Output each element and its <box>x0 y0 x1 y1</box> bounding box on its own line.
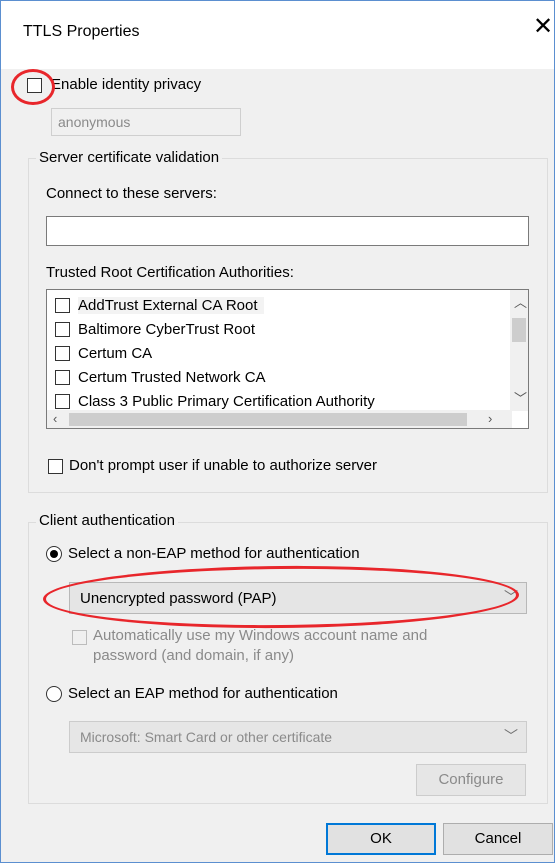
non-eap-method-select[interactable]: Unencrypted password (PAP) ﹀ <box>69 582 527 614</box>
chevron-down-icon: ﹀ <box>504 728 518 744</box>
ca-label: Class 3 Public Primary Certification Aut… <box>78 392 375 410</box>
title-bar: TTLS Properties ✕ <box>1 1 554 69</box>
configure-button[interactable]: Configure <box>416 764 526 796</box>
server-validation-group-label: Server certificate validation <box>36 149 223 166</box>
enable-identity-privacy-checkbox[interactable] <box>27 78 42 93</box>
identity-input[interactable]: anonymous <box>51 108 241 136</box>
window-title: TTLS Properties <box>23 23 140 40</box>
ca-checkbox[interactable] <box>55 393 70 409</box>
horizontal-scrollbar[interactable]: ‹ › <box>47 410 512 428</box>
eap-radio[interactable] <box>46 686 62 702</box>
list-item[interactable]: AddTrust External CA Root <box>55 294 264 316</box>
list-item[interactable]: Class 3 Public Primary Certification Aut… <box>55 390 375 412</box>
ca-checkbox[interactable] <box>55 297 70 313</box>
ca-label: AddTrust External CA Root <box>78 296 264 314</box>
trusted-ca-label: Trusted Root Certification Authorities: <box>46 264 294 281</box>
scroll-up-icon[interactable]: ︿ <box>514 292 527 311</box>
auto-use-line1: Automatically use my Windows account nam… <box>93 627 428 644</box>
ca-label: Baltimore CyberTrust Root <box>78 320 255 338</box>
client-auth-group-label: Client authentication <box>36 512 178 529</box>
identity-input-value: anonymous <box>58 114 131 130</box>
connect-servers-label: Connect to these servers: <box>46 185 217 202</box>
dont-prompt-checkbox[interactable] <box>48 459 63 474</box>
ca-label: Certum CA <box>78 344 153 362</box>
scroll-down-icon[interactable]: ﹀ <box>514 388 527 407</box>
trusted-ca-list[interactable]: AddTrust External CA Root Baltimore Cybe… <box>46 289 529 429</box>
auto-use-windows-account-checkbox[interactable] <box>72 630 87 645</box>
non-eap-radio[interactable] <box>46 546 62 562</box>
list-item[interactable]: Certum Trusted Network CA <box>55 366 266 388</box>
ttls-properties-dialog: TTLS Properties ✕ Enable identity privac… <box>0 0 555 863</box>
close-icon[interactable]: ✕ <box>533 15 553 39</box>
scroll-right-icon[interactable]: › <box>488 411 492 426</box>
chevron-down-icon: ﹀ <box>504 589 518 605</box>
scroll-left-icon[interactable]: ‹ <box>53 411 57 426</box>
non-eap-method-value: Unencrypted password (PAP) <box>80 590 277 607</box>
eap-method-select[interactable]: Microsoft: Smart Card or other certifica… <box>69 721 527 753</box>
cancel-button[interactable]: Cancel <box>443 823 553 855</box>
auto-use-line2: password (and domain, if any) <box>93 647 294 664</box>
ca-label: Certum Trusted Network CA <box>78 368 266 386</box>
non-eap-label: Select a non-EAP method for authenticati… <box>68 545 360 562</box>
horizontal-scroll-thumb[interactable] <box>69 413 467 426</box>
ca-checkbox[interactable] <box>55 321 70 337</box>
ca-checkbox[interactable] <box>55 369 70 385</box>
vertical-scroll-thumb[interactable] <box>512 318 526 342</box>
ok-button[interactable]: OK <box>326 823 436 855</box>
connect-servers-input[interactable] <box>46 216 529 246</box>
list-item[interactable]: Certum CA <box>55 342 152 364</box>
eap-method-value: Microsoft: Smart Card or other certifica… <box>80 729 333 745</box>
dont-prompt-label: Don't prompt user if unable to authorize… <box>69 457 378 474</box>
vertical-scrollbar[interactable]: ︿ ﹀ <box>510 290 528 411</box>
eap-label: Select an EAP method for authentication <box>68 685 338 702</box>
enable-identity-privacy-label: Enable identity privacy <box>51 76 202 93</box>
list-item[interactable]: Baltimore CyberTrust Root <box>55 318 255 340</box>
ca-checkbox[interactable] <box>55 345 70 361</box>
